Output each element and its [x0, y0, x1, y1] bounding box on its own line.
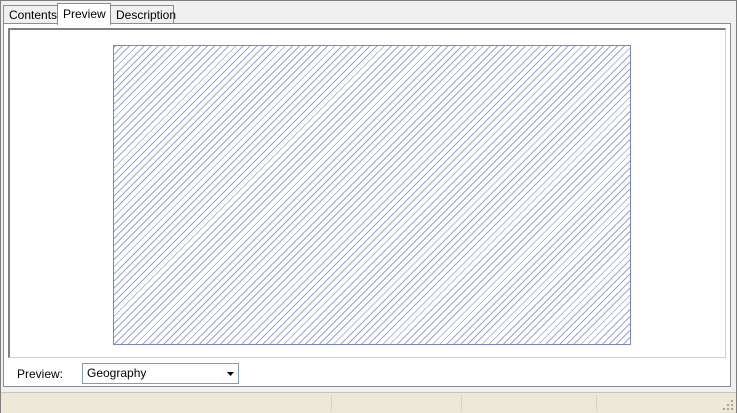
triangle-down-icon[interactable] [222, 364, 238, 383]
resize-grip-icon[interactable] [722, 399, 734, 411]
status-separator [331, 395, 332, 411]
status-bar [1, 392, 736, 413]
status-separator [461, 395, 462, 411]
tab-preview[interactable]: Preview [57, 3, 111, 25]
preview-dropdown[interactable]: Geography [82, 363, 239, 384]
preview-canvas [8, 28, 726, 358]
preview-dropdown-value: Geography [87, 366, 147, 380]
tab-contents[interactable]: Contents [3, 5, 58, 23]
status-separator [596, 395, 597, 411]
hatched-geography-preview [113, 45, 631, 345]
tab-description[interactable]: Description [110, 5, 176, 23]
preview-panel: Preview: Geography [3, 23, 731, 387]
preview-label: Preview: [17, 367, 64, 381]
